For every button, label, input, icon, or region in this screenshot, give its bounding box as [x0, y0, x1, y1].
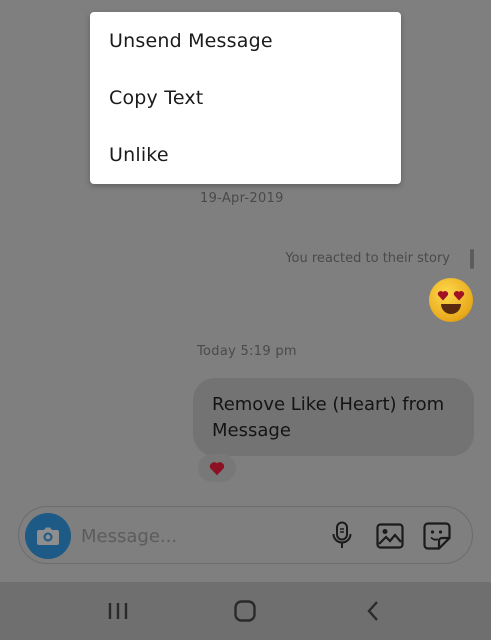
heart-icon [209, 462, 225, 476]
mic-button[interactable] [327, 521, 357, 551]
message-input[interactable] [81, 522, 311, 550]
camera-icon [37, 527, 59, 545]
back-icon [367, 601, 378, 621]
gallery-icon [376, 523, 404, 549]
unsend-message-option[interactable]: Unsend Message [109, 30, 273, 52]
message-context-menu: Unsend Message Copy Text Unlike [90, 12, 401, 184]
heart-eyes-emoji-icon [429, 278, 473, 322]
date-separator: Today 5:19 pm [197, 344, 297, 359]
message-composer [18, 506, 473, 564]
story-preview-bar[interactable] [470, 249, 474, 269]
unlike-option[interactable]: Unlike [109, 144, 169, 166]
mic-icon [332, 521, 352, 548]
copy-text-option[interactable]: Copy Text [109, 87, 203, 109]
emoji-mouth [441, 304, 461, 314]
recent-apps-button[interactable] [103, 596, 133, 626]
story-reaction-note: You reacted to their story [285, 251, 450, 266]
date-separator: 19-Apr-2019 [200, 191, 284, 206]
sticker-icon [423, 522, 451, 550]
message-reaction[interactable] [198, 454, 236, 482]
system-navigation-bar [0, 582, 491, 640]
home-button[interactable] [230, 596, 260, 626]
sticker-button[interactable] [422, 521, 452, 551]
heart-eye-left-icon [437, 291, 449, 301]
recent-apps-icon [108, 603, 128, 619]
heart-eye-right-icon [453, 291, 465, 301]
home-icon [234, 600, 256, 622]
camera-button[interactable] [25, 513, 71, 559]
message-bubble[interactable]: Remove Like (Heart) from Message [193, 378, 474, 456]
gallery-button[interactable] [375, 521, 405, 551]
back-button[interactable] [358, 596, 388, 626]
